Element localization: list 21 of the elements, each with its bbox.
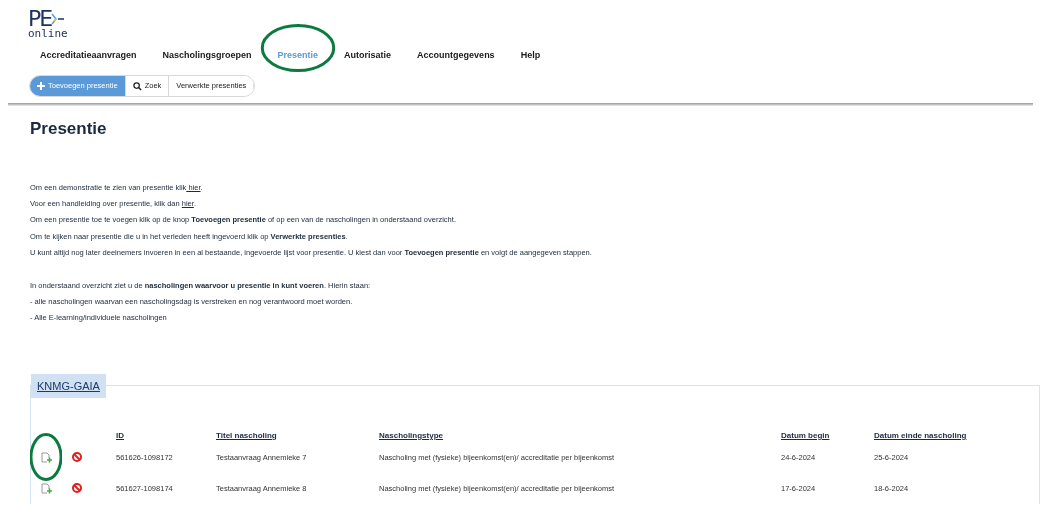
column-header[interactable]: Datum einde nascholing xyxy=(874,429,1014,442)
column-header[interactable]: Titel nascholing xyxy=(216,429,379,442)
nav-tab[interactable]: Accreditatieaanvragen xyxy=(40,49,137,63)
section-title: KNMG-GAIA xyxy=(31,373,106,399)
column-header[interactable]: Datum begin xyxy=(781,429,874,442)
logo-arrow-icon xyxy=(51,12,66,26)
page-title: Presentie xyxy=(30,118,108,140)
add-document-icon[interactable] xyxy=(41,482,52,494)
plus-icon xyxy=(37,82,45,90)
blocked-icon[interactable] xyxy=(72,452,82,463)
column-header[interactable]: Nascholingstype xyxy=(379,429,781,442)
nav-tab[interactable]: Accountgegevens xyxy=(417,49,495,63)
logo-text: PE xyxy=(28,8,52,30)
blocked-icon[interactable] xyxy=(72,483,82,494)
nav-tab[interactable]: Nascholingsgroepen xyxy=(162,49,252,63)
logo-subtext: online xyxy=(28,28,69,39)
search-icon xyxy=(132,81,142,91)
nav-tab[interactable]: Autorisatie xyxy=(344,49,392,63)
column-header[interactable]: ID xyxy=(116,429,216,442)
add-document-icon[interactable] xyxy=(41,451,52,463)
nav-tab[interactable]: Help xyxy=(520,49,541,63)
